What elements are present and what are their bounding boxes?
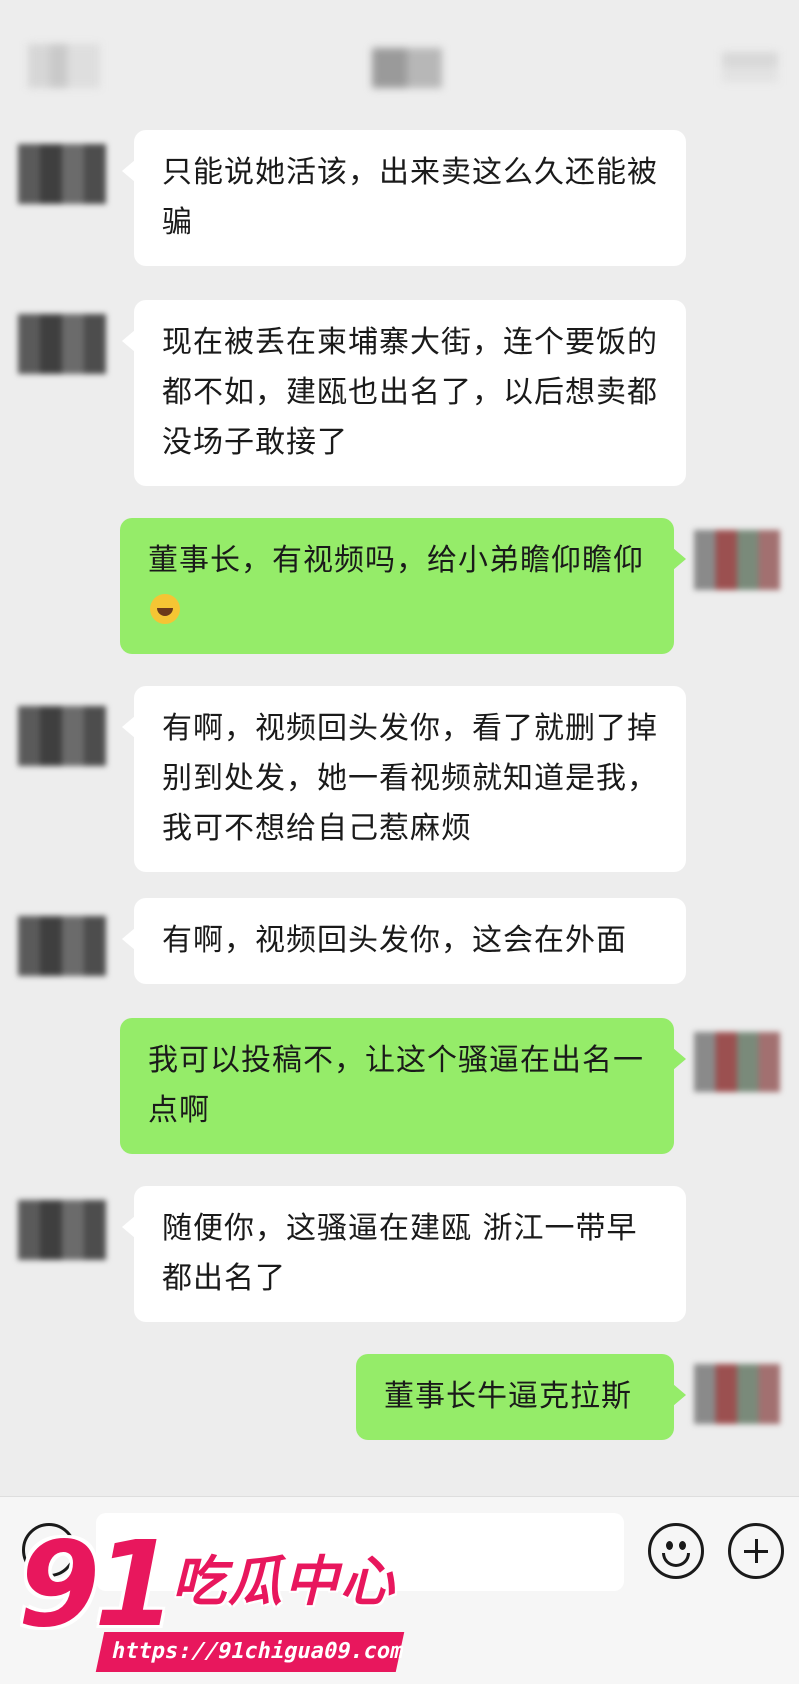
message-text: 有啊，视频回头发你，看了就删了掉别到处发，她一看视频就知道是我，我可不想给自己惹… bbox=[162, 711, 658, 846]
smile-icon[interactable] bbox=[648, 1523, 704, 1579]
message-bubble[interactable]: 我可以投稿不，让这个骚逼在出名一点啊 bbox=[120, 1018, 686, 1154]
watermark-number: 91 bbox=[18, 1515, 176, 1653]
avatar[interactable] bbox=[18, 916, 106, 976]
watermark-name: 吃瓜中心 bbox=[172, 1550, 396, 1613]
message-bubble[interactable]: 随便你，这骚逼在建瓯 浙江一带早都出名了 bbox=[122, 1186, 686, 1322]
watermark-url: https://91chigua09.com bbox=[95, 1632, 406, 1672]
watermark-logo: 91 吃瓜中心 https://91chigua09.com bbox=[0, 1520, 420, 1684]
message-text: 随便你，这骚逼在建瓯 浙江一带早都出名了 bbox=[162, 1211, 638, 1296]
avatar[interactable] bbox=[18, 314, 106, 374]
message-bubble[interactable]: 有啊，视频回头发你，这会在外面 bbox=[122, 898, 686, 984]
message-text: 现在被丢在柬埔寨大街，连个要饭的都不如，建瓯也出名了，以后想卖都没场子敢接了 bbox=[162, 325, 658, 460]
message-bubble[interactable]: 现在被丢在柬埔寨大街，连个要饭的都不如，建瓯也出名了，以后想卖都没场子敢接了 bbox=[122, 300, 686, 486]
smile-eye bbox=[666, 1541, 673, 1550]
avatar[interactable] bbox=[18, 1200, 106, 1260]
message-bubble[interactable]: 有啊，视频回头发你，看了就删了掉别到处发，她一看视频就知道是我，我可不想给自己惹… bbox=[122, 686, 686, 872]
avatar[interactable] bbox=[694, 1364, 780, 1424]
rofl-emoji-icon bbox=[150, 594, 180, 624]
avatar[interactable] bbox=[18, 706, 106, 766]
message-bubble[interactable]: 董事长牛逼克拉斯 bbox=[356, 1354, 686, 1440]
avatar[interactable] bbox=[694, 530, 780, 590]
message-bubble[interactable]: 只能说她活该，出来卖这么久还能被骗 bbox=[122, 130, 686, 266]
smile-eye bbox=[679, 1541, 686, 1550]
message-text: 只能说她活该，出来卖这么久还能被骗 bbox=[162, 155, 658, 240]
message-text: 董事长牛逼克拉斯 bbox=[384, 1379, 632, 1414]
message-bubble[interactable]: 董事长，有视频吗，给小弟瞻仰瞻仰 bbox=[120, 518, 686, 654]
avatar[interactable] bbox=[694, 1032, 780, 1092]
message-list[interactable]: 只能说她活该，出来卖这么久还能被骗 现在被丢在柬埔寨大街，连个要饭的都不如，建瓯… bbox=[0, 0, 799, 1500]
avatar[interactable] bbox=[18, 144, 106, 204]
message-text: 我可以投稿不，让这个骚逼在出名一点啊 bbox=[148, 1043, 644, 1128]
smile-mouth bbox=[662, 1553, 690, 1567]
message-text: 董事长，有视频吗，给小弟瞻仰瞻仰 bbox=[148, 543, 644, 578]
plus-icon[interactable] bbox=[728, 1523, 784, 1579]
message-text: 有啊，视频回头发你，这会在外面 bbox=[162, 923, 627, 958]
